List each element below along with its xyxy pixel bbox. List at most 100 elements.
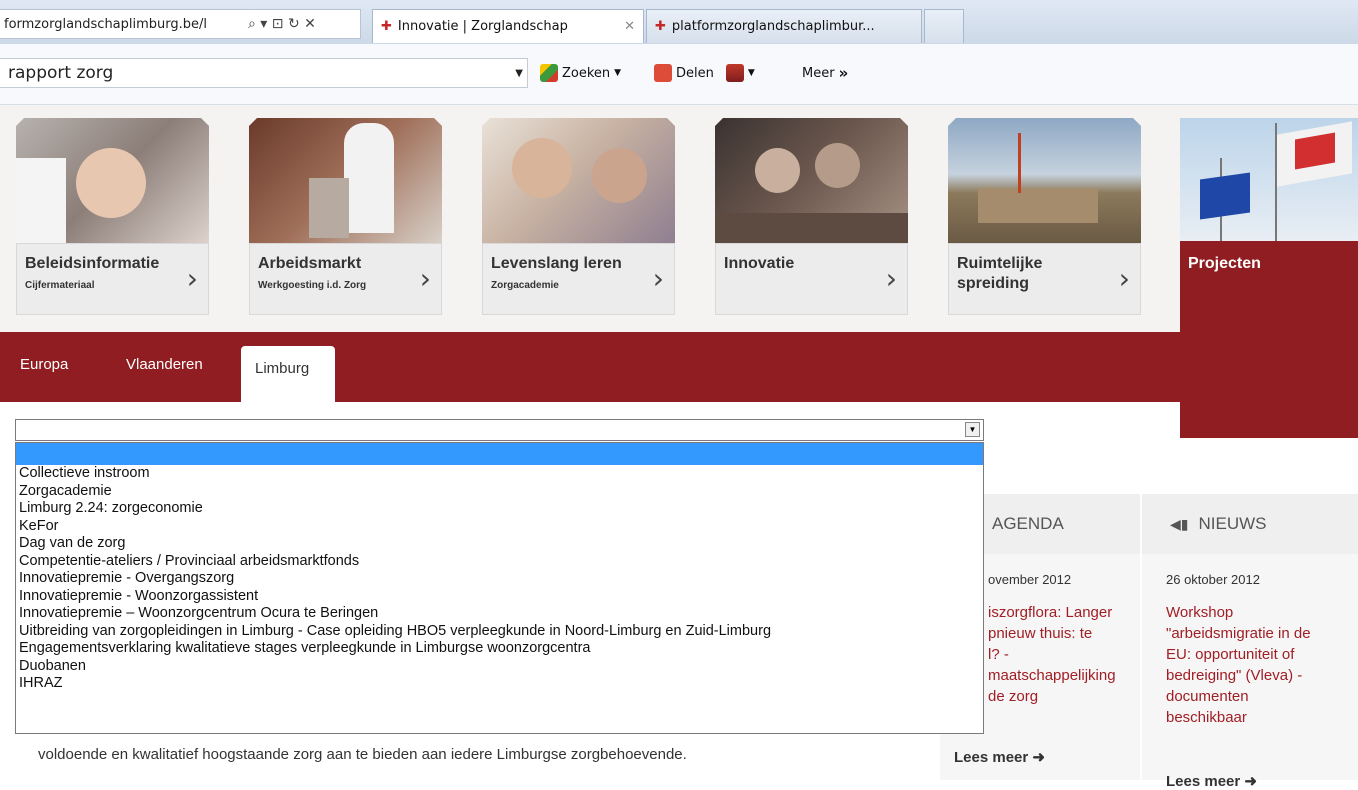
browser-tab-strip: formzorglandschaplimburg.be/l ⌕ ▾ ⊡ ↻ ✕ … bbox=[0, 0, 1358, 45]
agenda-title-line: pnieuw thuis: te bbox=[988, 625, 1093, 642]
flags-photo bbox=[1180, 118, 1358, 241]
chevron-down-icon: ▼ bbox=[747, 68, 755, 78]
double-chevron-right-icon: » bbox=[838, 64, 849, 82]
chevron-right-icon: › bbox=[1118, 262, 1130, 295]
new-tab-button[interactable] bbox=[924, 9, 964, 43]
arrow-right-icon: ➜ bbox=[1244, 773, 1257, 790]
card-projecten[interactable]: Projecten bbox=[1180, 105, 1358, 438]
card-title: Projecten bbox=[1188, 255, 1261, 272]
news-title-line: Workshop bbox=[1166, 604, 1234, 621]
agenda-title-line: maatschappelijking bbox=[988, 667, 1116, 684]
nurse-elderly-photo bbox=[249, 118, 442, 243]
chevron-right-icon: › bbox=[652, 262, 664, 295]
option[interactable]: Innovatiepremie - Overgangszorg bbox=[16, 570, 983, 588]
card-ruimtelijke-spreiding[interactable]: Ruimtelijke spreiding › bbox=[948, 118, 1141, 315]
elderly-group-photo bbox=[715, 118, 908, 243]
tab-label: Innovatie | Zorglandschap bbox=[397, 19, 568, 34]
project-options-list[interactable]: Collectieve instroom Zorgacademie Limbur… bbox=[15, 442, 984, 734]
option[interactable]: Dag van de zorg bbox=[16, 535, 983, 553]
chevron-right-icon: › bbox=[186, 262, 198, 295]
agenda-title-link[interactable]: iszorgflora: Langer pnieuw thuis: te l? … bbox=[988, 602, 1116, 707]
agenda-title-line: iszorgflora: Langer bbox=[988, 604, 1113, 621]
more-button[interactable]: Meer » bbox=[802, 64, 848, 82]
pdf-icon bbox=[725, 64, 744, 82]
site-favicon-icon: ✚ bbox=[655, 19, 666, 34]
option[interactable]: Collectieve instroom bbox=[16, 465, 983, 483]
chevron-right-icon: › bbox=[419, 262, 431, 295]
chevron-down-icon[interactable]: ▼ bbox=[965, 422, 980, 437]
address-url[interactable]: formzorglandschaplimburg.be/l bbox=[0, 17, 242, 32]
tab-close-icon[interactable]: ✕ bbox=[624, 19, 635, 34]
more-button-label: Meer bbox=[802, 65, 835, 81]
google-plus-icon bbox=[654, 64, 672, 82]
option[interactable]: KeFor bbox=[16, 518, 983, 536]
option[interactable]: Competentie-ateliers / Provinciaal arbei… bbox=[16, 553, 983, 571]
chevron-down-icon: ▼ bbox=[614, 68, 622, 78]
chevron-right-icon: › bbox=[885, 262, 897, 295]
option[interactable]: Zorgacademie bbox=[16, 483, 983, 501]
intro-text: voldoende en kwalitatief hoogstaande zor… bbox=[38, 746, 687, 763]
news-title-line: bedreiging" (Vleva) - bbox=[1166, 667, 1303, 684]
option[interactable]: IHRAZ bbox=[16, 675, 983, 693]
card-beleidsinformatie[interactable]: Beleidsinformatie Cijfermateriaal › bbox=[16, 118, 209, 315]
news-title-line: documenten bbox=[1166, 688, 1249, 705]
card-title: Ruimtelijke spreiding bbox=[957, 255, 1043, 292]
megaphone-icon: ◀▮ bbox=[1170, 515, 1189, 532]
news-heading: NIEUWS bbox=[1198, 514, 1267, 533]
share-button[interactable]: Delen ▼ bbox=[654, 64, 755, 82]
news-item: 26 oktober 2012 Workshop "arbeidsmigrati… bbox=[1142, 554, 1358, 790]
card-arbeidsmarkt[interactable]: Arbeidsmarkt Werkgoesting i.d. Zorg › bbox=[249, 118, 442, 315]
agenda-news-panel: AGENDA ◀▮ NIEUWS ovember 2012 iszorgflor… bbox=[940, 494, 1358, 790]
agenda-read-more-link[interactable]: Lees meer ➜ bbox=[954, 748, 1045, 766]
option[interactable]: Limburg 2.24: zorgeconomie bbox=[16, 500, 983, 518]
tab-vlaanderen[interactable]: Vlaanderen bbox=[126, 356, 203, 373]
browser-toolbar: rapport zorg ▼ Zoeken ▼ Delen ▼ Meer » bbox=[0, 44, 1358, 105]
students-photo bbox=[482, 118, 675, 243]
tab-label: platformzorglandschaplimbur... bbox=[671, 19, 875, 34]
address-controls[interactable]: ⌕ ▾ ⊡ ↻ ✕ bbox=[248, 16, 316, 32]
doctor-child-photo bbox=[16, 118, 209, 243]
toolbar-search-value: rapport zorg bbox=[8, 63, 114, 83]
project-select[interactable]: ▼ bbox=[15, 419, 984, 441]
card-innovatie[interactable]: Innovatie › bbox=[715, 118, 908, 315]
search-button[interactable]: Zoeken ▼ bbox=[540, 64, 621, 82]
option[interactable]: Innovatiepremie – Woonzorgcentrum Ocura … bbox=[16, 605, 983, 623]
news-title-line: beschikbaar bbox=[1166, 709, 1247, 726]
card-title: Innovatie bbox=[724, 255, 795, 272]
card-subtitle: Zorgacademie bbox=[491, 280, 559, 291]
toolbar-search-input[interactable]: rapport zorg ▼ bbox=[0, 58, 528, 88]
card-subtitle: Werkgoesting i.d. Zorg bbox=[258, 280, 367, 291]
browser-tab-platform[interactable]: ✚ platformzorglandschaplimbur... bbox=[646, 9, 922, 43]
agenda-title-line: de zorg bbox=[988, 688, 1039, 705]
news-header: ◀▮ NIEUWS bbox=[1142, 494, 1358, 554]
card-title: Beleidsinformatie bbox=[25, 255, 160, 272]
search-provider-icon bbox=[540, 64, 558, 82]
option-empty[interactable] bbox=[16, 443, 983, 465]
agenda-title-line: l? - bbox=[988, 646, 1009, 663]
construction-site-photo bbox=[948, 118, 1141, 243]
card-levenslang-leren[interactable]: Levenslang leren Zorgacademie › bbox=[482, 118, 675, 315]
card-title: Levenslang leren bbox=[491, 255, 622, 272]
chevron-down-icon[interactable]: ▼ bbox=[515, 68, 523, 79]
search-button-label: Zoeken bbox=[562, 65, 611, 81]
share-button-label: Delen bbox=[676, 65, 714, 81]
tab-europa[interactable]: Europa bbox=[20, 356, 68, 373]
news-date: 26 oktober 2012 bbox=[1166, 572, 1260, 587]
option[interactable]: Innovatiepremie - Woonzorgassistent bbox=[16, 588, 983, 606]
news-title-line: "arbeidsmigratie in de bbox=[1166, 625, 1311, 642]
sub-navigation bbox=[0, 332, 1358, 402]
news-title-line: EU: opportuniteit of bbox=[1166, 646, 1295, 663]
news-read-more-link[interactable]: Lees meer ➜ bbox=[1166, 772, 1257, 790]
card-subtitle: Cijfermateriaal bbox=[25, 280, 95, 291]
news-title-link[interactable]: Workshop "arbeidsmigratie in de EU: oppo… bbox=[1166, 602, 1311, 728]
option[interactable]: Engagementsverklaring kwalitatieve stage… bbox=[16, 640, 983, 658]
browser-tab-innovatie[interactable]: ✚ Innovatie | Zorglandschap ✕ bbox=[372, 9, 644, 43]
option[interactable]: Uitbreiding van zorgopleidingen in Limbu… bbox=[16, 623, 983, 641]
arrow-right-icon: ➜ bbox=[1032, 749, 1045, 766]
card-title: Arbeidsmarkt bbox=[258, 255, 362, 272]
agenda-heading: AGENDA bbox=[992, 514, 1064, 533]
option[interactable]: Duobanen bbox=[16, 658, 983, 676]
tab-limburg[interactable]: Limburg bbox=[241, 346, 335, 402]
agenda-date: ovember 2012 bbox=[988, 572, 1072, 587]
address-bar[interactable]: formzorglandschaplimburg.be/l ⌕ ▾ ⊡ ↻ ✕ bbox=[0, 9, 361, 39]
